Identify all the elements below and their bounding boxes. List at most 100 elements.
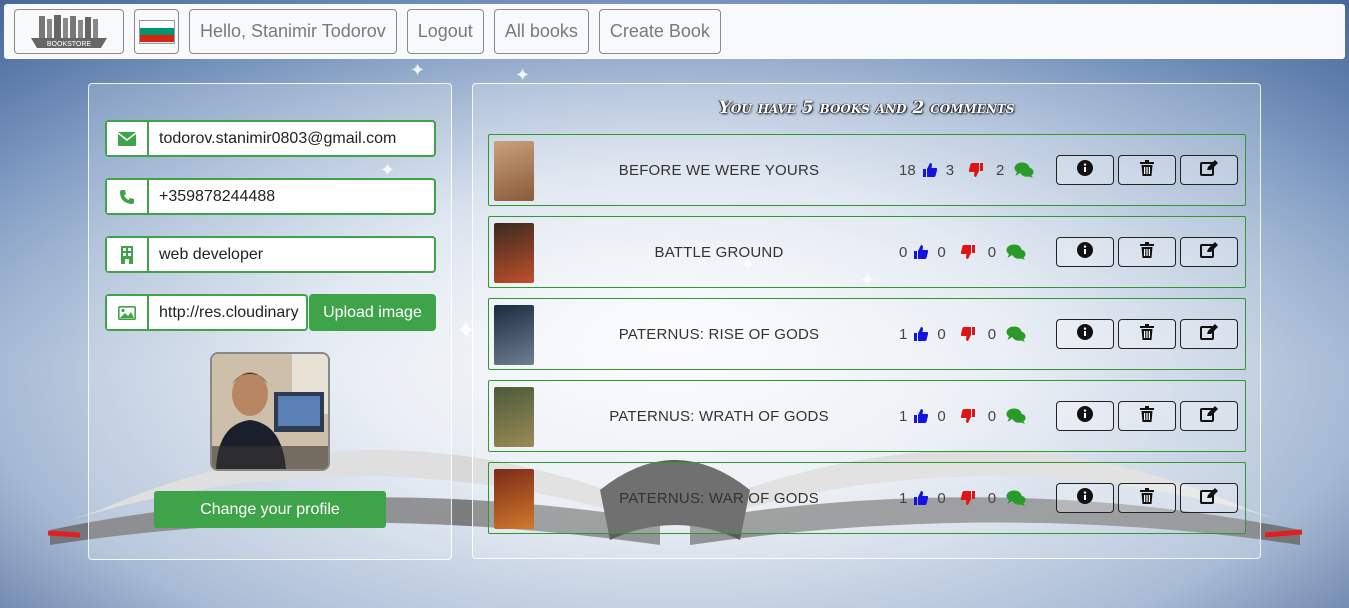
book-title[interactable]: BATTLE GROUND bbox=[549, 217, 889, 287]
likes-count: 0 bbox=[937, 489, 946, 507]
book-edit-button[interactable] bbox=[1180, 237, 1238, 267]
views-count: 1 bbox=[899, 407, 908, 425]
image-url-value[interactable]: http://res.cloudinary bbox=[149, 296, 306, 329]
trash-icon bbox=[1140, 405, 1154, 427]
book-delete-button[interactable] bbox=[1118, 237, 1176, 267]
bookstore-logo-button[interactable]: BOOKSTORE bbox=[14, 9, 124, 54]
comments-icon bbox=[1006, 408, 1026, 424]
book-stats: 1 0 0 bbox=[899, 299, 1026, 369]
views-count: 0 bbox=[899, 243, 908, 261]
book-stats: 1 0 0 bbox=[899, 381, 1026, 451]
profile-panel: todorov.stanimir0803@gmail.com +35987824… bbox=[88, 83, 452, 560]
dislikes-count: 0 bbox=[987, 407, 997, 425]
book-edit-button[interactable] bbox=[1180, 155, 1238, 185]
book-delete-button[interactable] bbox=[1118, 483, 1176, 513]
greeting-button[interactable]: Hello, Stanimir Todorov bbox=[189, 9, 397, 54]
trash-icon bbox=[1140, 159, 1154, 181]
thumbs-up-icon bbox=[913, 326, 929, 342]
books-summary-heading: You have 5 books and 2 comments bbox=[718, 98, 1015, 118]
create-book-button[interactable]: Create Book bbox=[598, 9, 721, 54]
thumbs-up-icon bbox=[913, 408, 929, 424]
thumbs-up-icon bbox=[913, 490, 929, 506]
image-icon bbox=[107, 296, 149, 329]
info-icon bbox=[1077, 405, 1093, 427]
dislikes-count: 0 bbox=[987, 243, 997, 261]
phone-field[interactable]: +359878244488 bbox=[105, 178, 436, 215]
edit-icon bbox=[1200, 405, 1218, 427]
trash-icon bbox=[1140, 323, 1154, 345]
book-cover-image[interactable] bbox=[494, 469, 534, 529]
book-title[interactable]: BEFORE WE WERE YOURS bbox=[549, 135, 889, 205]
email-field[interactable]: todorov.stanimir0803@gmail.com bbox=[105, 120, 436, 157]
book-title[interactable]: PATERNUS: WRATH OF GODS bbox=[549, 381, 889, 451]
views-count: 1 bbox=[899, 489, 908, 507]
likes-count: 0 bbox=[937, 243, 946, 261]
thumbs-down-icon bbox=[960, 326, 976, 342]
comments-icon bbox=[1006, 244, 1026, 260]
job-value[interactable]: web developer bbox=[149, 238, 434, 271]
book-delete-button[interactable] bbox=[1118, 155, 1176, 185]
thumbs-down-icon bbox=[960, 490, 976, 506]
sparkle-decoration: ✦ bbox=[410, 60, 426, 80]
edit-icon bbox=[1200, 487, 1218, 509]
book-row: PATERNUS: WRATH OF GODS 1 0 0 bbox=[488, 380, 1246, 452]
book-cover-image[interactable] bbox=[494, 305, 534, 365]
book-row: BEFORE WE WERE YOURS 18 3 2 bbox=[488, 134, 1246, 206]
dislikes-count: 0 bbox=[987, 325, 997, 343]
thumbs-down-icon bbox=[960, 244, 976, 260]
book-info-button[interactable] bbox=[1056, 155, 1114, 185]
book-info-button[interactable] bbox=[1056, 237, 1114, 267]
book-info-button[interactable] bbox=[1056, 483, 1114, 513]
book-cover-image[interactable] bbox=[494, 141, 534, 201]
change-profile-button[interactable]: Change your profile bbox=[154, 491, 386, 528]
book-edit-button[interactable] bbox=[1180, 401, 1238, 431]
book-delete-button[interactable] bbox=[1118, 401, 1176, 431]
avatar-photo bbox=[212, 354, 328, 469]
logout-button[interactable]: Logout bbox=[406, 9, 484, 54]
email-value[interactable]: todorov.stanimir0803@gmail.com bbox=[149, 122, 434, 155]
trash-icon bbox=[1140, 241, 1154, 263]
book-stats: 18 3 2 bbox=[899, 135, 1034, 205]
top-navbar: BOOKSTORE Hello, Stanimir Todorov Logout… bbox=[4, 4, 1345, 59]
dislikes-count: 2 bbox=[996, 161, 1005, 179]
book-edit-button[interactable] bbox=[1180, 319, 1238, 349]
likes-count: 3 bbox=[945, 161, 955, 179]
thumbs-down-icon bbox=[968, 162, 984, 178]
image-url-field[interactable]: http://res.cloudinary bbox=[105, 294, 308, 331]
book-edit-button[interactable] bbox=[1180, 483, 1238, 513]
bulgaria-flag-icon bbox=[138, 19, 175, 44]
edit-icon bbox=[1200, 241, 1218, 263]
edit-icon bbox=[1200, 323, 1218, 345]
bookstore-logo-icon: BOOKSTORE bbox=[31, 14, 107, 48]
avatar bbox=[210, 352, 330, 471]
book-title[interactable]: PATERNUS: WAR OF GODS bbox=[549, 463, 889, 533]
info-icon bbox=[1077, 323, 1093, 345]
likes-count: 0 bbox=[937, 325, 946, 343]
info-icon bbox=[1077, 159, 1093, 181]
info-icon bbox=[1077, 487, 1093, 509]
book-info-button[interactable] bbox=[1056, 401, 1114, 431]
book-row: PATERNUS: RISE OF GODS 1 0 0 bbox=[488, 298, 1246, 370]
upload-image-button[interactable]: Upload image bbox=[309, 294, 436, 331]
phone-value[interactable]: +359878244488 bbox=[149, 180, 434, 213]
views-count: 1 bbox=[899, 325, 908, 343]
job-field[interactable]: web developer bbox=[105, 236, 436, 273]
book-delete-button[interactable] bbox=[1118, 319, 1176, 349]
comments-icon bbox=[1014, 162, 1034, 178]
book-cover-image[interactable] bbox=[494, 223, 534, 283]
thumbs-up-icon bbox=[913, 244, 929, 260]
book-stats: 0 0 0 bbox=[899, 217, 1026, 287]
likes-count: 0 bbox=[937, 407, 946, 425]
comments-icon bbox=[1006, 326, 1026, 342]
comments-icon bbox=[1006, 490, 1026, 506]
building-icon bbox=[107, 238, 149, 271]
phone-icon bbox=[107, 180, 149, 213]
book-info-button[interactable] bbox=[1056, 319, 1114, 349]
language-flag-button[interactable] bbox=[134, 9, 179, 54]
book-title[interactable]: PATERNUS: RISE OF GODS bbox=[549, 299, 889, 369]
all-books-button[interactable]: All books bbox=[493, 9, 589, 54]
book-cover-image[interactable] bbox=[494, 387, 534, 447]
dislikes-count: 0 bbox=[987, 489, 997, 507]
book-stats: 1 0 0 bbox=[899, 463, 1026, 533]
views-count: 18 bbox=[899, 161, 916, 179]
